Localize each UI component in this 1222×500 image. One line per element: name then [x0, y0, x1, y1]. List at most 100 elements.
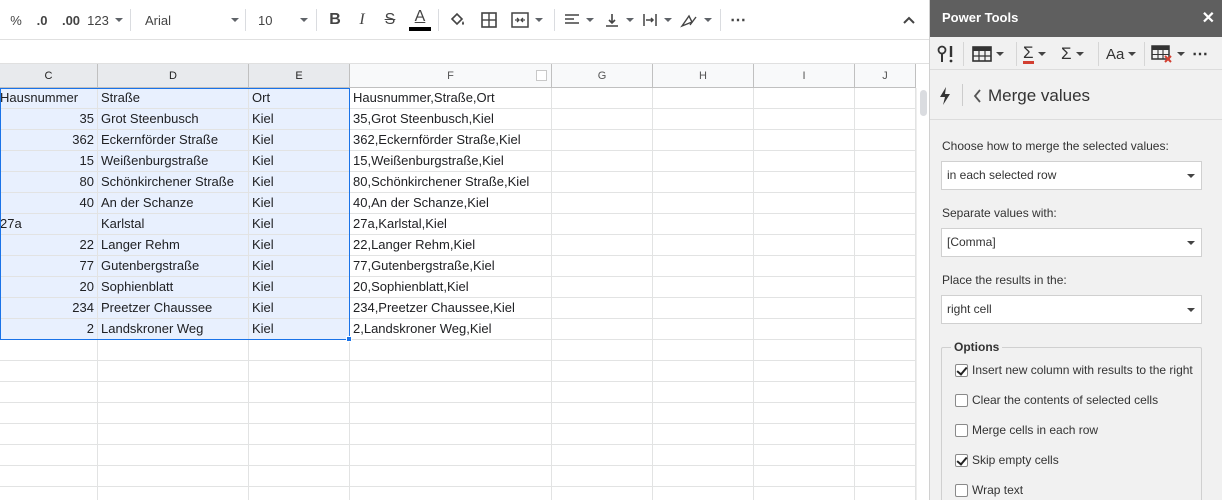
empty-cell[interactable]	[855, 298, 916, 319]
empty-cell[interactable]	[653, 466, 754, 487]
table-cell[interactable]: Kiel	[249, 298, 350, 319]
empty-cell[interactable]	[552, 277, 653, 298]
column-header-e[interactable]: E	[249, 64, 350, 88]
table-cell[interactable]: Ort	[249, 88, 350, 109]
empty-cell[interactable]	[754, 277, 855, 298]
empty-cell[interactable]	[552, 172, 653, 193]
empty-cell[interactable]	[552, 256, 653, 277]
empty-cell[interactable]	[552, 109, 653, 130]
empty-cell[interactable]	[855, 340, 916, 361]
option-row[interactable]: Clear the contents of selected cells	[955, 392, 1158, 408]
column-header-i[interactable]: I	[754, 64, 855, 88]
table-cell[interactable]: 20	[0, 277, 98, 298]
empty-cell[interactable]	[552, 151, 653, 172]
table-cell[interactable]: 20,Sophienblatt,Kiel	[350, 277, 552, 298]
empty-cell[interactable]	[552, 403, 653, 424]
lightning-icon[interactable]	[939, 87, 951, 105]
empty-cell[interactable]	[552, 214, 653, 235]
option-checkbox[interactable]	[955, 393, 968, 407]
empty-cell[interactable]	[552, 235, 653, 256]
empty-cell[interactable]	[552, 193, 653, 214]
table-cell[interactable]: 15,Weißenburgstraße,Kiel	[350, 151, 552, 172]
empty-cell[interactable]	[350, 424, 552, 445]
tools-button[interactable]	[936, 41, 958, 67]
empty-cell[interactable]	[754, 403, 855, 424]
empty-cell[interactable]	[98, 487, 249, 500]
font-size-dropdown[interactable]: 10	[258, 6, 308, 34]
option-checkbox[interactable]	[955, 453, 968, 467]
text-case-dropdown[interactable]: Aa	[1106, 41, 1137, 67]
table-cell[interactable]: Eckernförder Straße	[98, 130, 249, 151]
empty-cell[interactable]	[552, 382, 653, 403]
horizontal-align-dropdown[interactable]	[563, 6, 595, 34]
empty-cell[interactable]	[552, 466, 653, 487]
empty-cell[interactable]	[754, 256, 855, 277]
empty-cell[interactable]	[855, 445, 916, 466]
table-cell[interactable]: Kiel	[249, 151, 350, 172]
empty-cell[interactable]	[249, 403, 350, 424]
table-cell[interactable]: 2	[0, 319, 98, 340]
empty-cell[interactable]	[754, 382, 855, 403]
table-cell[interactable]: 362,Eckernförder Straße,Kiel	[350, 130, 552, 151]
formulas-dropdown[interactable]: Σ	[1023, 41, 1046, 67]
empty-cell[interactable]	[754, 340, 855, 361]
empty-cell[interactable]	[552, 445, 653, 466]
empty-cell[interactable]	[754, 151, 855, 172]
empty-cell[interactable]	[98, 445, 249, 466]
empty-cell[interactable]	[0, 445, 98, 466]
empty-cell[interactable]	[855, 214, 916, 235]
table-cell[interactable]: 2,Landskroner Weg,Kiel	[350, 319, 552, 340]
empty-cell[interactable]	[249, 424, 350, 445]
empty-cell[interactable]	[754, 361, 855, 382]
table-cell[interactable]: 80,Schönkirchener Straße,Kiel	[350, 172, 552, 193]
empty-cell[interactable]	[350, 340, 552, 361]
decrease-decimal-button[interactable]: .0	[30, 6, 54, 34]
empty-cell[interactable]	[754, 193, 855, 214]
place-results-select[interactable]: right cell	[941, 295, 1202, 324]
empty-cell[interactable]	[350, 361, 552, 382]
empty-cell[interactable]	[855, 277, 916, 298]
empty-cell[interactable]	[855, 109, 916, 130]
empty-cell[interactable]	[552, 340, 653, 361]
option-checkbox[interactable]	[955, 363, 968, 377]
empty-cell[interactable]	[552, 88, 653, 109]
format-percent-button[interactable]: %	[8, 6, 24, 34]
empty-cell[interactable]	[754, 466, 855, 487]
table-cell[interactable]: 40,An der Schanze,Kiel	[350, 193, 552, 214]
empty-cell[interactable]	[249, 382, 350, 403]
empty-cell[interactable]	[754, 88, 855, 109]
table-cell[interactable]: Hausnummer,Straße,Ort	[350, 88, 552, 109]
empty-cell[interactable]	[249, 340, 350, 361]
empty-cell[interactable]	[98, 424, 249, 445]
empty-cell[interactable]	[754, 235, 855, 256]
table-cell[interactable]: 234,Preetzer Chaussee,Kiel	[350, 298, 552, 319]
empty-cell[interactable]	[653, 424, 754, 445]
empty-cell[interactable]	[552, 487, 653, 500]
table-cell[interactable]: Straße	[98, 88, 249, 109]
table-cell[interactable]: 234	[0, 298, 98, 319]
table-cell[interactable]: 77	[0, 256, 98, 277]
table-tools-dropdown[interactable]	[972, 41, 1004, 67]
empty-cell[interactable]	[0, 403, 98, 424]
column-header-c[interactable]: C	[0, 64, 98, 88]
panel-more-button[interactable]: ⋯	[1192, 41, 1208, 67]
empty-cell[interactable]	[653, 445, 754, 466]
table-cell[interactable]: Hausnummer	[0, 88, 98, 109]
table-cell[interactable]: 35	[0, 109, 98, 130]
calculate-dropdown[interactable]: Σ	[1061, 41, 1084, 67]
option-row[interactable]: Wrap text	[955, 482, 1023, 498]
empty-cell[interactable]	[855, 487, 916, 500]
empty-cell[interactable]	[653, 298, 754, 319]
borders-button[interactable]	[479, 6, 499, 34]
table-cell[interactable]: Grot Steenbusch	[98, 109, 249, 130]
empty-cell[interactable]	[98, 466, 249, 487]
empty-cell[interactable]	[653, 403, 754, 424]
empty-cell[interactable]	[855, 193, 916, 214]
clear-tools-dropdown[interactable]	[1151, 41, 1185, 67]
table-cell[interactable]: Sophienblatt	[98, 277, 249, 298]
table-cell[interactable]: Landskroner Weg	[98, 319, 249, 340]
empty-cell[interactable]	[754, 130, 855, 151]
table-cell[interactable]: 27a,Karlstal,Kiel	[350, 214, 552, 235]
table-cell[interactable]: Karlstal	[98, 214, 249, 235]
empty-cell[interactable]	[350, 466, 552, 487]
